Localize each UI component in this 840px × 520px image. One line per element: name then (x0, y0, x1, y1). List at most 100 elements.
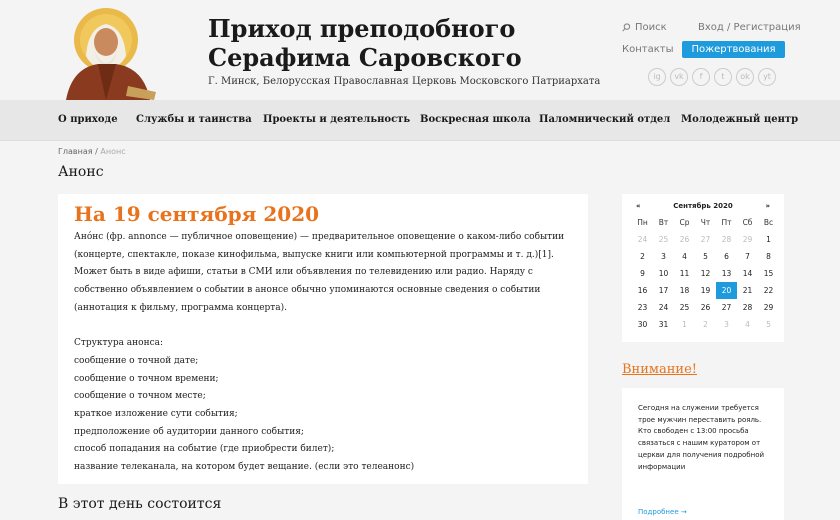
instagram-icon[interactable]: ig (648, 68, 666, 86)
structure-heading: Структура анонса: (74, 338, 164, 349)
calendar-day[interactable]: 12 (695, 265, 716, 282)
calendar-weekday: Вс (763, 218, 774, 227)
calendar-day[interactable]: 5 (758, 316, 779, 333)
calendar-prev-button[interactable]: « (636, 202, 641, 210)
calendar-day[interactable]: 26 (695, 299, 716, 316)
attention-title[interactable]: Внимание! (622, 362, 697, 377)
site-title-line2: Серафима Саровского (208, 43, 522, 72)
structure-line: сообщение о точной дате; (74, 355, 199, 366)
calendar-weekday: Сб (742, 218, 753, 227)
donate-button[interactable]: Пожертвования (682, 41, 785, 58)
calendar-day[interactable]: 15 (758, 265, 779, 282)
calendar-day-today[interactable]: 20 (716, 282, 737, 299)
site-title[interactable]: Приход преподобного Серафима Саровского (208, 14, 528, 72)
nav-item-services[interactable]: Службы и таинства (136, 114, 252, 125)
calendar-day[interactable]: 5 (695, 248, 716, 265)
calendar-month: Сентябрь 2020 (673, 202, 733, 210)
calendar-day[interactable]: 2 (632, 248, 653, 265)
calendar-day[interactable]: 16 (632, 282, 653, 299)
search-label: Поиск (635, 22, 667, 33)
calendar-weekday: Чт (700, 218, 711, 227)
facebook-icon[interactable]: f (692, 68, 710, 86)
calendar-weekday: Пт (721, 218, 732, 227)
structure-line: предположение об аудитории данного событ… (74, 426, 304, 437)
search-link[interactable]: Поиск (622, 22, 667, 33)
structure-line: название телеканала, на котором будет ве… (74, 462, 415, 473)
calendar-widget: « Сентябрь 2020 » Пн Вт Ср Чт Пт Сб Вс 24 25 26 27… (622, 194, 784, 342)
login-link[interactable]: Вход / Регистрация (698, 22, 801, 33)
contacts-link[interactable]: Контакты (622, 44, 673, 55)
saint-seraphim-icon-logo[interactable] (58, 6, 158, 100)
calendar-day[interactable]: 1 (674, 316, 695, 333)
breadcrumb-separator: / (95, 147, 98, 156)
calendar-day[interactable]: 11 (674, 265, 695, 282)
calendar-weekday: Ср (679, 218, 690, 227)
breadcrumb-home[interactable]: Главная (58, 147, 93, 156)
structure-line: краткое изложение сути события; (74, 409, 238, 420)
calendar-day[interactable]: 23 (632, 299, 653, 316)
youtube-icon[interactable]: yt (758, 68, 776, 86)
calendar-day[interactable]: 25 (653, 231, 674, 248)
calendar-day[interactable]: 17 (653, 282, 674, 299)
calendar-day[interactable]: 4 (674, 248, 695, 265)
search-icon (622, 23, 631, 32)
vk-icon[interactable]: vk (670, 68, 688, 86)
calendar-day[interactable]: 27 (716, 299, 737, 316)
calendar-day[interactable]: 28 (716, 231, 737, 248)
attention-box: Сегодня на служении требуется трое мужчи… (622, 388, 784, 520)
calendar-day[interactable]: 31 (653, 316, 674, 333)
calendar-day[interactable]: 1 (758, 231, 779, 248)
calendar-day[interactable]: 8 (758, 248, 779, 265)
calendar-day[interactable]: 22 (758, 282, 779, 299)
calendar-day[interactable]: 21 (737, 282, 758, 299)
social-links: ig vk f t ok yt (648, 68, 776, 86)
read-more-link[interactable]: Подробнее → (638, 508, 687, 516)
calendar-next-button[interactable]: » (765, 202, 770, 210)
article-paragraph: Ано́нс (фр. annonce — публичное оповещен… (74, 232, 565, 313)
nav-item-sunday-school[interactable]: Воскресная школа (420, 114, 531, 125)
calendar-day[interactable]: 10 (653, 265, 674, 282)
nav-item-about[interactable]: О приходе (58, 114, 118, 125)
calendar-day[interactable]: 29 (737, 231, 758, 248)
calendar-day[interactable]: 6 (716, 248, 737, 265)
page-title: Анонс (58, 164, 104, 180)
calendar-weekday: Вт (658, 218, 669, 227)
calendar-weekday: Пн (637, 218, 648, 227)
calendar-day[interactable]: 19 (695, 282, 716, 299)
calendar-day[interactable]: 18 (674, 282, 695, 299)
twitter-icon[interactable]: t (714, 68, 732, 86)
calendar-day[interactable]: 26 (674, 231, 695, 248)
calendar-day[interactable]: 2 (695, 316, 716, 333)
breadcrumb-current: Анонс (100, 147, 126, 156)
calendar-day[interactable]: 28 (737, 299, 758, 316)
breadcrumb: Главная / Анонс (58, 147, 126, 156)
calendar-day[interactable]: 27 (695, 231, 716, 248)
calendar-grid: Пн Вт Ср Чт Пт Сб Вс 24 25 26 27 28 29 1 2 3 4 5 6 7 8 9 10 11 1… (628, 214, 778, 333)
calendar-header: « Сентябрь 2020 » (628, 200, 778, 212)
odnoklassniki-icon[interactable]: ok (736, 68, 754, 86)
calendar-day[interactable]: 24 (632, 231, 653, 248)
calendar-day[interactable]: 7 (737, 248, 758, 265)
nav-item-pilgrimage[interactable]: Паломнический отдел (539, 114, 670, 125)
calendar-day[interactable]: 3 (716, 316, 737, 333)
day-events-heading: В этот день состоится (58, 496, 222, 512)
calendar-day[interactable]: 9 (632, 265, 653, 282)
calendar-day[interactable]: 24 (653, 299, 674, 316)
calendar-day[interactable]: 4 (737, 316, 758, 333)
calendar-day[interactable]: 14 (737, 265, 758, 282)
calendar-day[interactable]: 29 (758, 299, 779, 316)
structure-line: сообщение о точном месте; (74, 391, 206, 402)
nav-item-youth-center[interactable]: Молодежный центр (681, 114, 798, 125)
article-title: На 19 сентября 2020 (74, 202, 320, 226)
calendar-day[interactable]: 25 (674, 299, 695, 316)
calendar-day[interactable]: 30 (632, 316, 653, 333)
calendar-day[interactable]: 13 (716, 265, 737, 282)
main-nav: О приходе Службы и таинства Проекты и де… (0, 100, 840, 141)
site-title-line1: Приход преподобного (208, 14, 516, 43)
article-body: Ано́нс (фр. annonce — публичное оповещен… (74, 229, 572, 477)
site-subtitle: Г. Минск, Белорусская Православная Церко… (208, 76, 601, 87)
calendar-day[interactable]: 3 (653, 248, 674, 265)
structure-line: сообщение о точном времени; (74, 373, 219, 384)
announcement-article: На 19 сентября 2020 Ано́нс (фр. annonce … (58, 194, 588, 484)
nav-item-projects[interactable]: Проекты и деятельность (263, 114, 410, 125)
